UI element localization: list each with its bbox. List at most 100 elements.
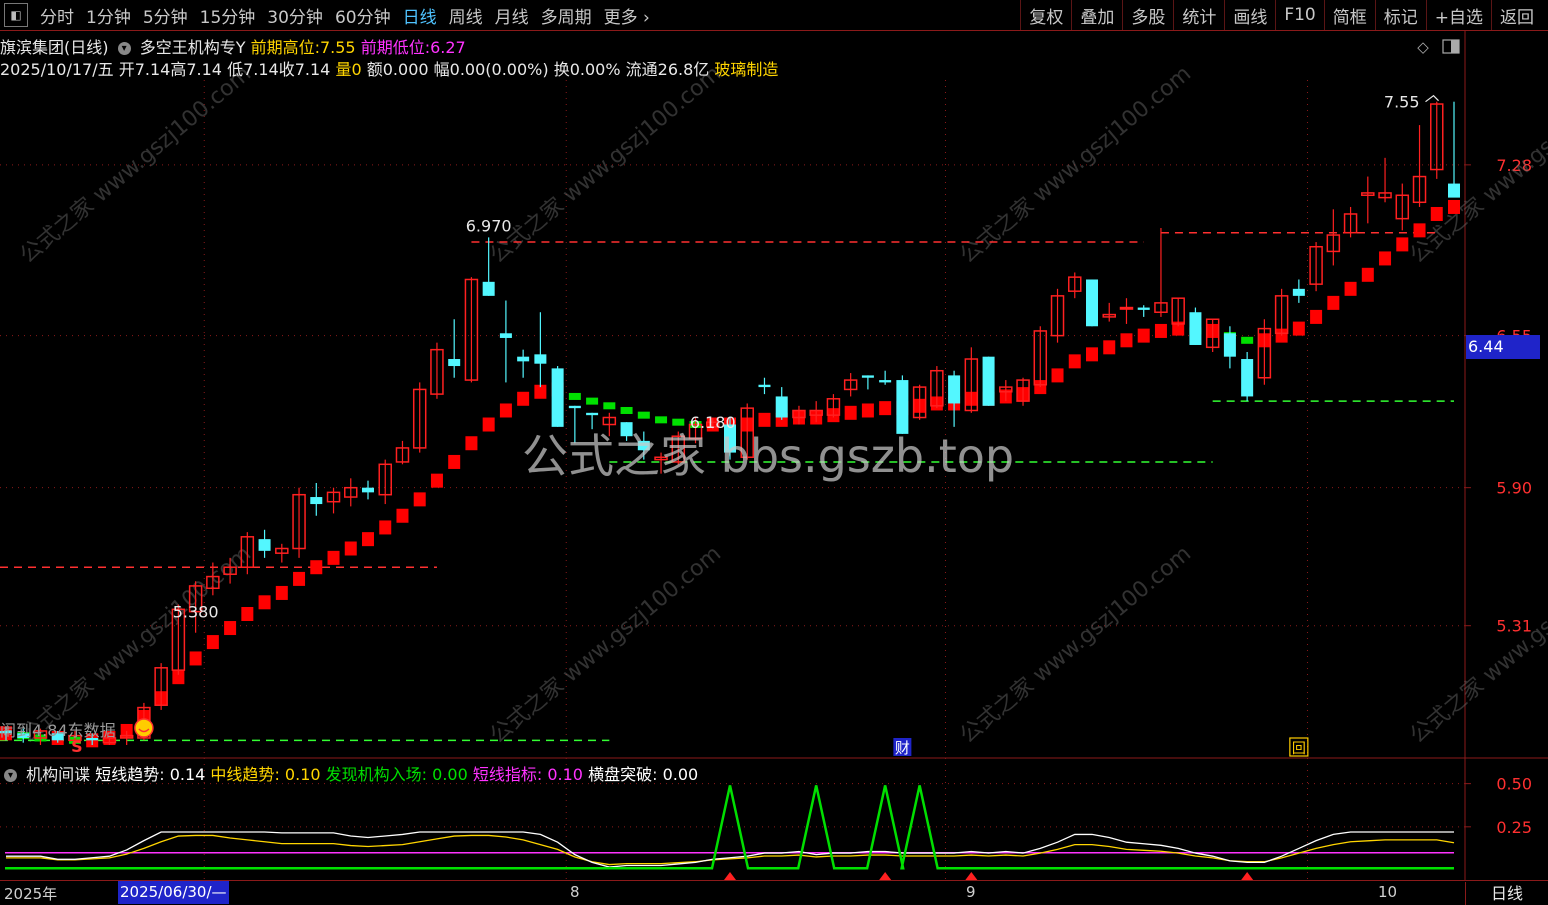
candle-body: [568, 405, 581, 409]
low-note-label: 闹到4.84东数据: [0, 721, 116, 740]
trend-block: [1327, 295, 1340, 310]
prev-low-label: 前期低位:: [360, 38, 431, 57]
quote-sector[interactable]: 玻璃制造: [714, 60, 778, 79]
prev-high-value: 7.55: [319, 38, 356, 57]
trend-block: [344, 541, 357, 556]
trend-block: [1396, 237, 1409, 252]
watermark-small: 公式之家 www.gszj100.com: [956, 541, 1197, 748]
breakout-arrow-icon: [965, 872, 978, 880]
trend-block: [1413, 223, 1426, 238]
quote-open: 开7.14: [118, 60, 171, 79]
axis-month-10: 10: [1378, 883, 1398, 901]
indicator-name[interactable]: 多空王机构专Y: [140, 38, 246, 57]
trend-block: [448, 454, 461, 469]
candle-body: [362, 487, 374, 493]
chart-header: 旗滨集团(日线) ▾ 多空王机构专Y 前期高位:7.55 前期低位:6.27: [0, 34, 466, 58]
smiley-icon: [134, 718, 154, 738]
legend-name-3: 短线指标: [472, 765, 537, 784]
legend-name-4: 横盘突破: [588, 765, 653, 784]
breakout-arrow-icon: [1241, 872, 1254, 880]
legend-name-2: 发现机构入场: [325, 765, 422, 784]
watermark-small: 公式之家 www.gszj100.com: [1406, 541, 1548, 748]
trend-block: [258, 595, 271, 610]
quote-line: 2025/10/17/五 开7.14高7.14 低7.14收7.14 量0 额0…: [0, 56, 778, 80]
trend-block: [1086, 347, 1098, 362]
watermark-small: 公式之家 www.gszj100.com: [1406, 61, 1548, 268]
trend-block: [1361, 267, 1374, 282]
quote-turnover: 换0.00%: [553, 60, 621, 79]
trend-block: [1241, 336, 1254, 344]
legend-value-2: 0.00: [432, 765, 468, 784]
finance-marker: 财: [895, 739, 910, 757]
current-price-tag: 6.44: [1466, 335, 1540, 359]
candle-body: [1223, 333, 1236, 357]
trend-block: [1448, 199, 1460, 214]
ytick-label: 5.90: [1496, 479, 1532, 498]
candle-body: [1292, 288, 1305, 296]
trend-block: [362, 532, 374, 547]
trend-block: [275, 585, 288, 600]
watermark-text: 公式之家 bbs.gszb.top: [522, 429, 1015, 483]
legend-value-1: 0.10: [284, 765, 321, 784]
axis-month-8: 8: [570, 883, 580, 901]
quote-low: 低7.14: [227, 60, 279, 79]
quote-float: 流通26.8亿: [625, 60, 710, 79]
trend-block: [586, 397, 599, 405]
trend-block: [293, 571, 306, 586]
dropdown-icon[interactable]: ▾: [117, 42, 131, 55]
trend-block: [1344, 281, 1357, 296]
ind-ytick-label: 0.25: [1496, 818, 1532, 837]
trend-block: [241, 607, 254, 621]
quote-high: 高7.14: [170, 60, 222, 79]
candle-body: [448, 359, 461, 367]
diamond-icon: ◇: [1417, 38, 1429, 56]
trend-block: [1430, 206, 1443, 221]
candle-body: [1137, 307, 1150, 310]
trend-block: [1137, 328, 1150, 343]
candle-body: [948, 375, 961, 404]
candle-body: [534, 354, 547, 364]
candle-body: [551, 368, 564, 427]
breakout-arrow-icon: [879, 872, 892, 880]
watermark-small: 公式之家 www.gszj100.com: [956, 61, 1197, 268]
prev-high-label: 前期高位:: [250, 38, 320, 57]
trend-block: [1379, 251, 1392, 266]
legend-name-0: 短线趋势: [95, 765, 160, 784]
trend-block: [396, 508, 409, 523]
watermark-small: 公式之家 www.gszj100.com: [16, 541, 257, 748]
indicator-dropdown-icon[interactable]: ▾: [4, 769, 17, 782]
date-axis: 2025年 2025/06/30/— 8 9 10 日线: [0, 880, 1548, 905]
quote-amount: 额0.000: [366, 60, 429, 79]
candle-body: [1448, 183, 1460, 198]
candle-body: [517, 356, 530, 362]
quote-date: 2025/10/17/五: [0, 60, 114, 79]
trend-block: [206, 635, 219, 650]
arrow-icon: [1425, 94, 1439, 103]
stock-name: 旗滨集团(日线): [0, 38, 109, 57]
trend-block: [861, 403, 874, 418]
trend-block: [482, 417, 495, 432]
trend-block: [1154, 323, 1167, 338]
trend-block: [1068, 354, 1081, 369]
candle-body: [879, 380, 892, 383]
ind-ytick-label: 0.50: [1496, 775, 1532, 794]
mid-trend-line: [6, 834, 1455, 866]
trend-block: [1310, 309, 1323, 324]
quote-change: 幅0.00(0.00%): [433, 60, 549, 79]
cursor-date-label: 2025/06/30/—: [118, 881, 229, 904]
trend-block: [517, 391, 530, 406]
candle-body: [758, 384, 771, 388]
legend-value-0: 0.14: [169, 765, 206, 784]
legend-name-1: 中线趋势: [210, 765, 275, 784]
trend-block: [844, 405, 857, 420]
axis-year-label: 2025年: [4, 885, 58, 903]
period-label[interactable]: 日线: [1465, 882, 1548, 905]
trend-block: [310, 560, 323, 575]
candle-body: [258, 539, 271, 551]
trend-block: [465, 436, 478, 451]
swing-low-label: 5.380: [173, 602, 219, 621]
legend-value-4: 0.00: [662, 765, 699, 784]
box-marker: 回: [1292, 741, 1306, 757]
trend-block: [379, 520, 392, 535]
indicator-title[interactable]: 机构间谍: [26, 765, 90, 784]
